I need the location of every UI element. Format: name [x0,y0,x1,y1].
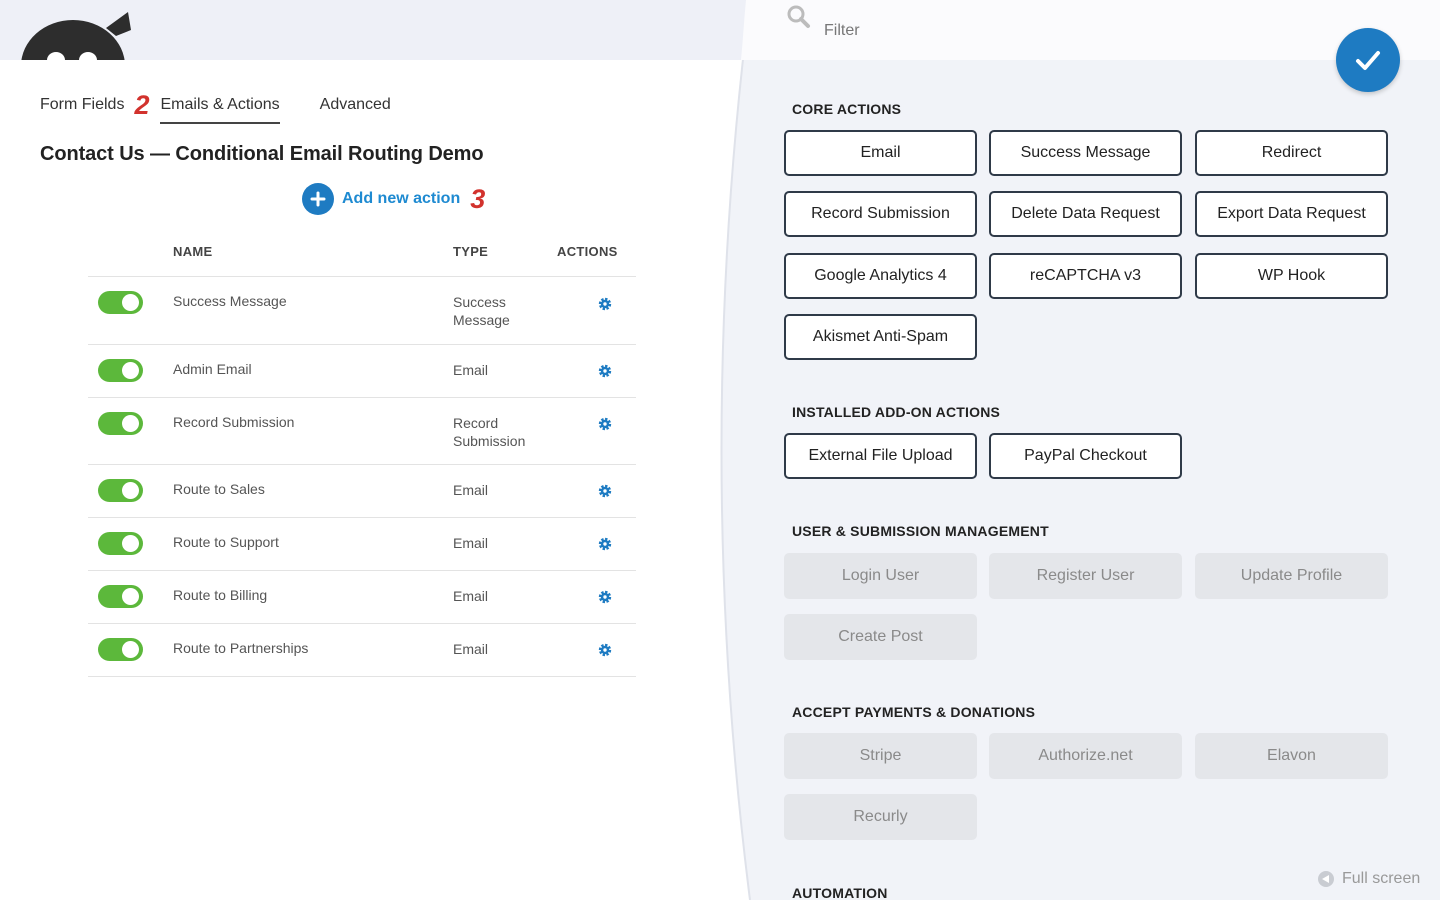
action-type: Email [453,588,489,604]
action-type: Record Submission [453,415,526,449]
action-recurly-button[interactable]: Recurly [784,794,977,840]
action-name: Route to Sales [173,481,265,497]
gear-icon[interactable] [597,416,613,432]
action-register-user-button[interactable]: Register User [989,553,1182,599]
action-login-user-button[interactable]: Login User [784,553,977,599]
action-akismet-button[interactable]: Akismet Anti-Spam [784,314,977,360]
section-title-payments: ACCEPT PAYMENTS & DONATIONS [792,704,1036,720]
column-header-actions: ACTIONS [557,244,618,259]
enable-toggle[interactable] [98,532,143,555]
action-success-message-button[interactable]: Success Message [989,130,1182,176]
section-title-automation: AUTOMATION [792,885,888,900]
enable-toggle[interactable] [98,412,143,435]
action-name: Admin Email [173,361,252,377]
action-type: Email [453,482,489,498]
gear-icon[interactable] [597,483,613,499]
add-new-action-label: Add new action [342,190,461,207]
action-name: Success Message [173,293,287,309]
enable-toggle[interactable] [98,479,143,502]
enable-toggle[interactable] [98,291,143,314]
gear-icon[interactable] [597,363,613,379]
drawer-content: CORE ACTIONS Email Success Message Redir… [740,0,1440,900]
action-stripe-button[interactable]: Stripe [784,733,977,779]
action-redirect-button[interactable]: Redirect [1195,130,1388,176]
table-row: Route to Partnerships Email [88,624,636,677]
tab-advanced[interactable]: Advanced [320,92,391,124]
table-row: Record Submission Record Submission [88,398,636,465]
fullscreen-toggle[interactable]: Full screen [1318,870,1420,888]
action-type: Email [453,535,489,551]
form-title: Contact Us — Conditional Email Routing D… [40,143,484,165]
table-row: Admin Email Email [88,345,636,398]
action-type: Success Message [453,294,510,328]
enable-toggle[interactable] [98,359,143,382]
action-name: Route to Partnerships [173,640,309,656]
gear-icon[interactable] [597,642,613,658]
action-name: Route to Billing [173,587,268,603]
action-type: Email [453,362,489,378]
tab-form-fields[interactable]: Form Fields [40,92,124,124]
actions-table: NAME TYPE ACTIONS Success Message Succes… [88,232,636,677]
step-number-2: 2 [134,90,150,120]
enable-toggle[interactable] [98,585,143,608]
done-button[interactable] [1336,28,1400,92]
builder-tabs: Form Fields 2 Emails & Actions Advanced [40,92,391,124]
column-header-name: NAME [173,244,213,259]
action-email-button[interactable]: Email [784,130,977,176]
section-title-core-actions: CORE ACTIONS [792,101,902,117]
table-row: Route to Sales Email [88,465,636,518]
gear-icon[interactable] [597,296,613,312]
gear-icon[interactable] [597,536,613,552]
action-google-analytics-button[interactable]: Google Analytics 4 [784,253,977,299]
action-name: Record Submission [173,414,295,430]
checkmark-icon [1356,51,1380,70]
action-record-submission-button[interactable]: Record Submission [784,191,977,237]
section-title-installed-addons: INSTALLED ADD-ON ACTIONS [792,404,1001,420]
add-new-action-button[interactable]: Add new action 3 [302,183,485,215]
table-row: Route to Support Email [88,518,636,571]
table-header: NAME TYPE ACTIONS [88,232,636,277]
action-name: Route to Support [173,534,279,550]
ninja-logo [20,10,132,60]
action-wp-hook-button[interactable]: WP Hook [1195,253,1388,299]
table-row: Route to Billing Email [88,571,636,624]
action-external-file-upload-button[interactable]: External File Upload [784,433,977,479]
plus-icon [302,183,334,215]
header-bar [0,0,1440,60]
arrow-left-icon [1318,871,1334,887]
action-create-post-button[interactable]: Create Post [784,614,977,660]
action-elavon-button[interactable]: Elavon [1195,733,1388,779]
action-recaptcha-button[interactable]: reCAPTCHA v3 [989,253,1182,299]
action-paypal-checkout-button[interactable]: PayPal Checkout [989,433,1182,479]
action-export-data-request-button[interactable]: Export Data Request [1195,191,1388,237]
table-row: Success Message Success Message [88,277,636,345]
fullscreen-label: Full screen [1342,870,1421,887]
action-delete-data-request-button[interactable]: Delete Data Request [989,191,1182,237]
action-update-profile-button[interactable]: Update Profile [1195,553,1388,599]
tab-emails-actions[interactable]: Emails & Actions [160,92,280,124]
enable-toggle[interactable] [98,638,143,661]
filter-input[interactable] [824,16,1224,46]
gear-icon[interactable] [597,589,613,605]
action-type: Email [453,641,489,657]
step-number-3: 3 [470,184,486,214]
action-authorize-net-button[interactable]: Authorize.net [989,733,1182,779]
section-title-user-management: USER & SUBMISSION MANAGEMENT [792,523,1049,539]
column-header-type: TYPE [453,244,489,259]
